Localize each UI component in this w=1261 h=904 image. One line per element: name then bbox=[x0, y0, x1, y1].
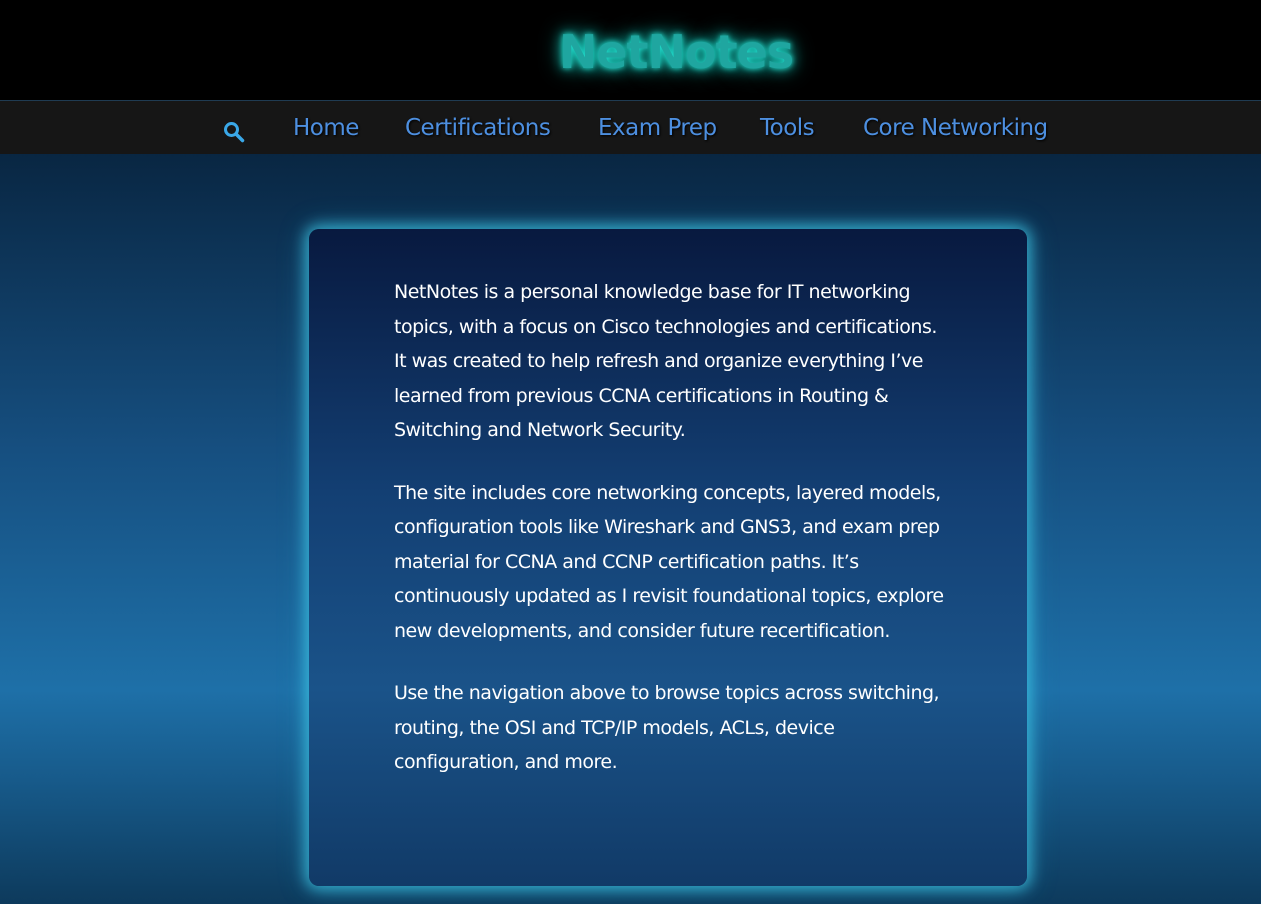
intro-card: NetNotes is a personal knowledge base fo… bbox=[309, 229, 1027, 886]
site-header: NetNotes bbox=[0, 0, 1261, 101]
site-title[interactable]: NetNotes bbox=[0, 22, 1261, 82]
nav-link-home[interactable]: Home bbox=[293, 113, 359, 143]
nav-link-exam-prep[interactable]: Exam Prep bbox=[598, 113, 717, 143]
intro-paragraph-2: The site includes core networking concep… bbox=[394, 481, 944, 642]
nav-bar: Home Certifications Exam Prep Tools Core… bbox=[0, 101, 1261, 154]
nav-link-tools[interactable]: Tools bbox=[760, 113, 815, 143]
nav-link-core-networking[interactable]: Core Networking bbox=[863, 113, 1048, 143]
intro-paragraph-3: Use the navigation above to browse topic… bbox=[394, 682, 940, 773]
nav-link-certifications[interactable]: Certifications bbox=[405, 113, 551, 143]
search-icon[interactable] bbox=[222, 120, 246, 144]
intro-text: NetNotes is a personal knowledge base fo… bbox=[394, 275, 954, 808]
intro-paragraph-1: NetNotes is a personal knowledge base fo… bbox=[394, 281, 937, 441]
